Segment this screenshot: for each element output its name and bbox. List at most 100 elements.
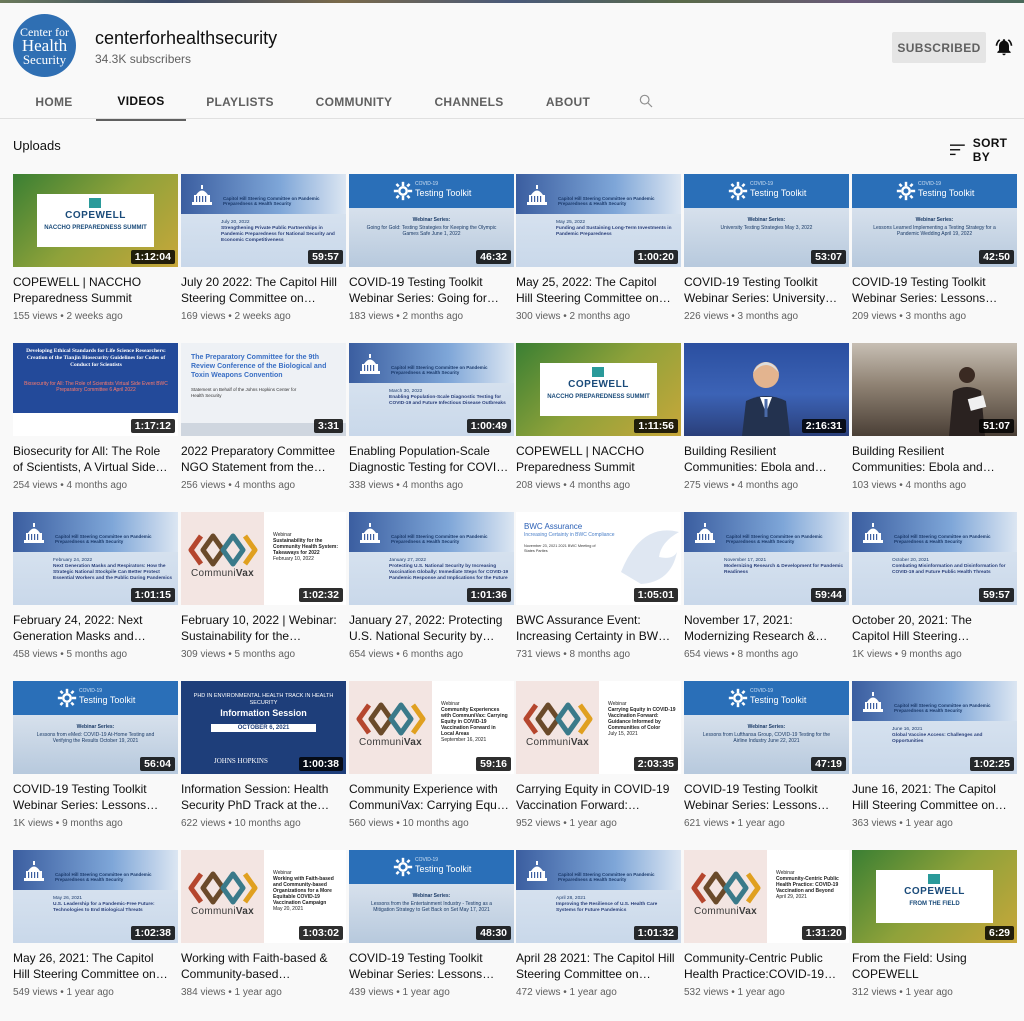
video-title[interactable]: April 28 2021: The Capitol Hill Steering… xyxy=(516,950,676,982)
video-thumbnail[interactable]: COPEWELL NACCHO PREPAREDNESS SUMMIT 1:11:5… xyxy=(516,343,681,436)
video-card[interactable]: Capitol Hill Steering Committee on Pande… xyxy=(13,512,178,677)
video-title[interactable]: COVID-19 Testing Toolkit Webinar Series:… xyxy=(684,781,844,813)
channel-avatar[interactable]: Center for Health Security xyxy=(13,14,76,77)
video-card[interactable]: COVID-19 Testing Toolkit Webinar Series: Le… xyxy=(349,850,514,1015)
sort-by-button[interactable]: SORT BY xyxy=(950,136,1024,164)
video-thumbnail[interactable]: COPEWELL NACCHO PREPAREDNESS SUMMIT 1:12:0… xyxy=(13,174,178,267)
video-thumbnail[interactable]: Capitol Hill Steering Committee on Pande… xyxy=(852,681,1017,774)
video-thumbnail[interactable]: COVID-19 Testing Toolkit Webinar Series: Le… xyxy=(852,174,1017,267)
video-card[interactable]: Developing Ethical Standards for Life Sc… xyxy=(13,343,178,508)
video-thumbnail[interactable]: The Preparatory Committee for the 9th Re… xyxy=(181,343,346,436)
video-title[interactable]: Community-Centric Public Health Practice… xyxy=(684,950,844,982)
video-card[interactable]: Capitol Hill Steering Committee on Pande… xyxy=(349,343,514,508)
video-title[interactable]: COVID-19 Testing Toolkit Webinar Series:… xyxy=(852,274,1012,306)
video-thumbnail[interactable]: Capitol Hill Steering Committee on Pande… xyxy=(13,850,178,943)
video-card[interactable]: Capitol Hill Steering Committee on Pande… xyxy=(349,512,514,677)
video-thumbnail[interactable]: COVID-19 Testing Toolkit Webinar Series: Le… xyxy=(349,850,514,943)
video-title[interactable]: COVID-19 Testing Toolkit Webinar Series:… xyxy=(684,274,844,306)
video-thumbnail[interactable]: COVID-19 Testing Toolkit Webinar Series: Le… xyxy=(13,681,178,774)
video-title[interactable]: COVID-19 Testing Toolkit Webinar Series:… xyxy=(13,781,173,813)
video-card[interactable]: The Preparatory Committee for the 9th Re… xyxy=(181,343,346,508)
video-title[interactable]: June 16, 2021: The Capitol Hill Steering… xyxy=(852,781,1012,813)
video-thumbnail[interactable]: Capitol Hill Steering Committee on Pande… xyxy=(516,850,681,943)
tab-channels[interactable]: CHANNELS xyxy=(425,83,513,121)
video-thumbnail[interactable]: COVID-19 Testing Toolkit Webinar Series: Un… xyxy=(684,174,849,267)
video-title[interactable]: May 25, 2022: The Capitol Hill Steering … xyxy=(516,274,676,306)
video-thumbnail[interactable]: CommuniVax Webinar Carrying Equity in COVI… xyxy=(516,681,681,774)
video-card[interactable]: Capitol Hill Steering Committee on Pande… xyxy=(181,174,346,339)
video-title[interactable]: 2022 Preparatory Committee NGO Statement… xyxy=(181,443,341,475)
video-thumbnail[interactable]: Capitol Hill Steering Committee on Pande… xyxy=(684,512,849,605)
video-title[interactable]: July 20 2022: The Capitol Hill Steering … xyxy=(181,274,341,306)
video-thumbnail[interactable]: 2:16:31 xyxy=(684,343,849,436)
video-title[interactable]: COPEWELL | NACCHO Preparedness Summit xyxy=(516,443,676,475)
video-thumbnail[interactable]: Capitol Hill Steering Committee on Pande… xyxy=(349,343,514,436)
video-title[interactable]: Building Resilient Communities: Ebola an… xyxy=(684,443,844,475)
video-title[interactable]: Carrying Equity in COVID-19 Vaccination … xyxy=(516,781,676,813)
video-card[interactable]: Capitol Hill Steering Committee on Pande… xyxy=(516,850,681,1015)
video-card[interactable]: COVID-19 Testing Toolkit Webinar Series: Le… xyxy=(684,681,849,846)
video-card[interactable]: COPEWELL NACCHO PREPAREDNESS SUMMIT 1:11:5… xyxy=(516,343,681,508)
video-title[interactable]: COVID-19 Testing Toolkit Webinar Series:… xyxy=(349,274,509,306)
video-title[interactable]: Enabling Population-Scale Diagnostic Tes… xyxy=(349,443,509,475)
tab-videos[interactable]: VIDEOS xyxy=(96,83,186,121)
video-title[interactable]: November 17, 2021: Modernizing Research … xyxy=(684,612,844,644)
subscribed-button[interactable]: SUBSCRIBED xyxy=(892,32,986,63)
video-card[interactable]: CommuniVax Webinar Working with Faith-base… xyxy=(181,850,346,1015)
video-card[interactable]: CommuniVax Webinar Community Experiences w… xyxy=(349,681,514,846)
video-title[interactable]: October 20, 2021: The Capitol Hill Steer… xyxy=(852,612,1012,644)
video-title[interactable]: Working with Faith-based & Community-bas… xyxy=(181,950,341,982)
video-thumbnail[interactable]: CommuniVax Webinar Working with Faith-base… xyxy=(181,850,346,943)
video-thumbnail[interactable]: Capitol Hill Steering Committee on Pande… xyxy=(516,174,681,267)
video-card[interactable]: COVID-19 Testing Toolkit Webinar Series: Le… xyxy=(13,681,178,846)
video-thumbnail[interactable]: COPEWELL FROM THE FIELD 6:29 xyxy=(852,850,1017,943)
video-thumbnail[interactable]: CommuniVax Webinar Sustainability for the … xyxy=(181,512,346,605)
video-card[interactable]: Capitol Hill Steering Committee on Pande… xyxy=(684,512,849,677)
video-thumbnail[interactable]: Capitol Hill Steering Committee on Pande… xyxy=(349,512,514,605)
video-card[interactable]: 2:16:31 Building Resilient Communities: E… xyxy=(684,343,849,508)
video-thumbnail[interactable]: COVID-19 Testing Toolkit Webinar Series: Le… xyxy=(684,681,849,774)
tab-home[interactable]: HOME xyxy=(25,83,83,121)
video-title[interactable]: February 10, 2022 | Webinar: Sustainabil… xyxy=(181,612,341,644)
video-thumbnail[interactable]: BWC Assurance Increasing Certainty in BWC… xyxy=(516,512,681,605)
video-card[interactable]: COVID-19 Testing Toolkit Webinar Series: Go… xyxy=(349,174,514,339)
video-thumbnail[interactable]: 51:07 xyxy=(852,343,1017,436)
video-title[interactable]: COPEWELL | NACCHO Preparedness Summit xyxy=(13,274,173,306)
video-card[interactable]: 51:07 Building Resilient Communities: Ebo… xyxy=(852,343,1017,508)
video-thumbnail[interactable]: PHD IN ENVIRONMENTAL HEALTH TRACK IN HEA… xyxy=(181,681,346,774)
video-card[interactable]: Capitol Hill Steering Committee on Pande… xyxy=(852,512,1017,677)
tab-playlists[interactable]: PLAYLISTS xyxy=(198,83,282,121)
video-thumbnail[interactable]: Capitol Hill Steering Committee on Pande… xyxy=(13,512,178,605)
video-card[interactable]: PHD IN ENVIRONMENTAL HEALTH TRACK IN HEA… xyxy=(181,681,346,846)
video-title[interactable]: May 26, 2021: The Capitol Hill Steering … xyxy=(13,950,173,982)
video-title[interactable]: Information Session: Health Security PhD… xyxy=(181,781,341,813)
video-card[interactable]: COPEWELL FROM THE FIELD 6:29 From the Field… xyxy=(852,850,1017,1015)
tab-about[interactable]: ABOUT xyxy=(536,83,600,121)
video-card[interactable]: CommuniVax Webinar Sustainability for the … xyxy=(181,512,346,677)
video-card[interactable]: BWC Assurance Increasing Certainty in BWC… xyxy=(516,512,681,677)
video-thumbnail[interactable]: CommuniVax Webinar Community-Centric Publi… xyxy=(684,850,849,943)
tab-community[interactable]: COMMUNITY xyxy=(306,83,402,121)
video-title[interactable]: January 27, 2022: Protecting U.S. Nation… xyxy=(349,612,509,644)
video-card[interactable]: Capitol Hill Steering Committee on Pande… xyxy=(13,850,178,1015)
video-title[interactable]: Community Experience with CommuniVax: Ca… xyxy=(349,781,509,813)
video-thumbnail[interactable]: Capitol Hill Steering Committee on Pande… xyxy=(181,174,346,267)
video-card[interactable]: COVID-19 Testing Toolkit Webinar Series: Le… xyxy=(852,174,1017,339)
video-title[interactable]: From the Field: Using COPEWELL xyxy=(852,950,1012,982)
search-icon[interactable] xyxy=(638,93,654,109)
video-title[interactable]: COVID-19 Testing Toolkit Webinar Series:… xyxy=(349,950,509,982)
video-title[interactable]: BWC Assurance Event: Increasing Certaint… xyxy=(516,612,676,644)
video-card[interactable]: Capitol Hill Steering Committee on Pande… xyxy=(516,174,681,339)
video-card[interactable]: COPEWELL NACCHO PREPAREDNESS SUMMIT 1:12:0… xyxy=(13,174,178,339)
video-card[interactable]: CommuniVax Webinar Carrying Equity in COVI… xyxy=(516,681,681,846)
video-card[interactable]: CommuniVax Webinar Community-Centric Publi… xyxy=(684,850,849,1015)
video-thumbnail[interactable]: Capitol Hill Steering Committee on Pande… xyxy=(852,512,1017,605)
video-card[interactable]: COVID-19 Testing Toolkit Webinar Series: Un… xyxy=(684,174,849,339)
video-thumbnail[interactable]: COVID-19 Testing Toolkit Webinar Series: Go… xyxy=(349,174,514,267)
video-thumbnail[interactable]: Developing Ethical Standards for Life Sc… xyxy=(13,343,178,436)
bell-icon[interactable] xyxy=(994,37,1014,57)
video-title[interactable]: Building Resilient Communities: Ebola an… xyxy=(852,443,1012,475)
video-thumbnail[interactable]: CommuniVax Webinar Community Experiences w… xyxy=(349,681,514,774)
video-title[interactable]: Biosecurity for All: The Role of Scienti… xyxy=(13,443,173,475)
video-title[interactable]: February 24, 2022: Next Generation Masks… xyxy=(13,612,173,644)
